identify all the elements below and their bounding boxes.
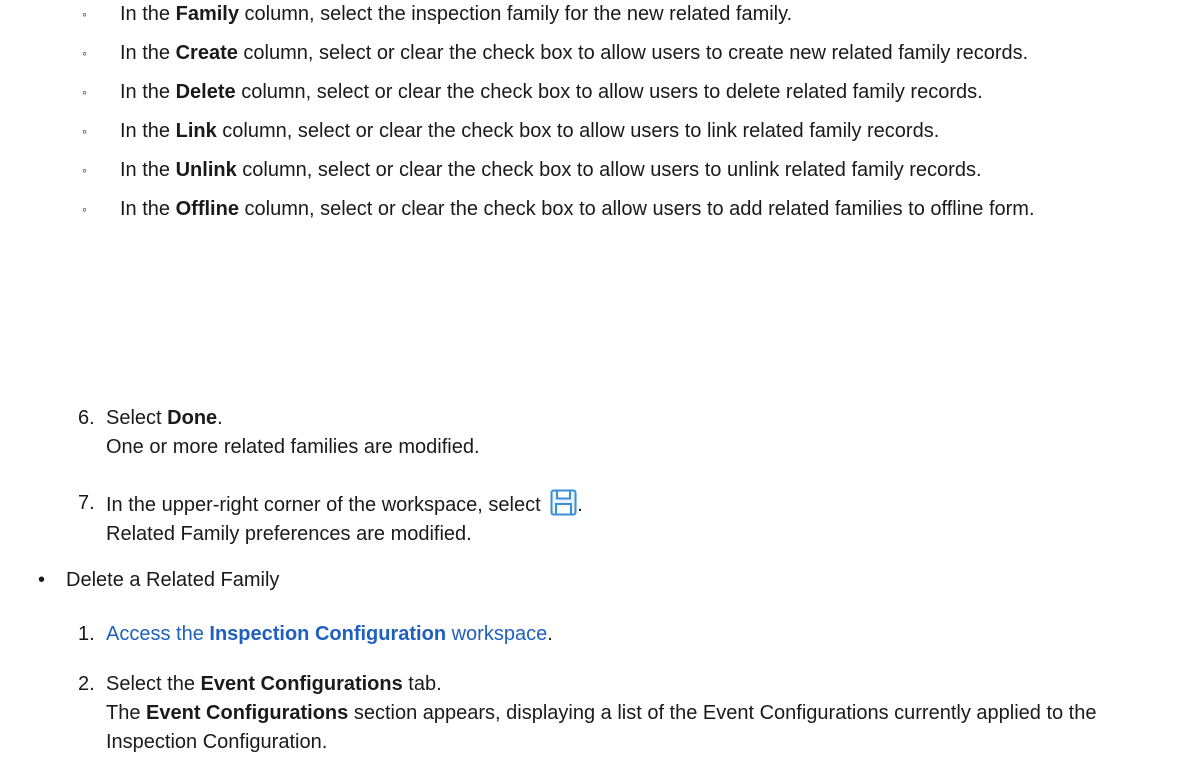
step-6: 6. Select Done. One or more related fami… [78, 404, 1168, 462]
delete-step-2: 2. Select the Event Configurations tab. … [78, 670, 1168, 757]
save-icon [550, 489, 577, 516]
list-item: ◦ In the Offline column, select or clear… [78, 195, 1168, 224]
list-item: ◦ In the Unlink column, select or clear … [78, 156, 1168, 185]
hollow-circle-icon: ◦ [82, 201, 87, 217]
hollow-circle-icon: ◦ [82, 162, 87, 178]
inspection-configuration-link[interactable]: Access the Inspection Configuration work… [106, 623, 547, 645]
list-item: ◦ In the Create column, select or clear … [78, 39, 1168, 68]
step-7: 7. In the upper-right corner of the work… [78, 489, 1168, 549]
list-item: ◦ In the Family column, select the inspe… [78, 0, 1168, 29]
bullet-dot-icon: • [38, 569, 46, 591]
hollow-circle-icon: ◦ [82, 45, 87, 61]
section-heading: Delete a Related Family [66, 569, 280, 591]
hollow-circle-icon: ◦ [82, 84, 87, 100]
step-number: 7. [78, 492, 95, 514]
sub-bullet-list: ◦ In the Family column, select the inspe… [78, 0, 1168, 234]
hollow-circle-icon: ◦ [82, 123, 87, 139]
step-number: 6. [78, 407, 95, 429]
step-result: One or more related families are modifie… [106, 436, 480, 458]
step-result: Related Family preferences are modified. [106, 523, 472, 545]
step-result: The Event Configurations section appears… [106, 702, 1097, 753]
list-item: ◦ In the Link column, select or clear th… [78, 117, 1168, 146]
list-item: ◦ In the Delete column, select or clear … [78, 78, 1168, 107]
delete-step-1: 1. Access the Inspection Configuration w… [78, 620, 1168, 649]
hollow-circle-icon: ◦ [82, 6, 87, 22]
list-item: • Delete a Related Family [38, 566, 1179, 595]
step-number: 1. [78, 623, 95, 645]
step-number: 2. [78, 673, 95, 695]
